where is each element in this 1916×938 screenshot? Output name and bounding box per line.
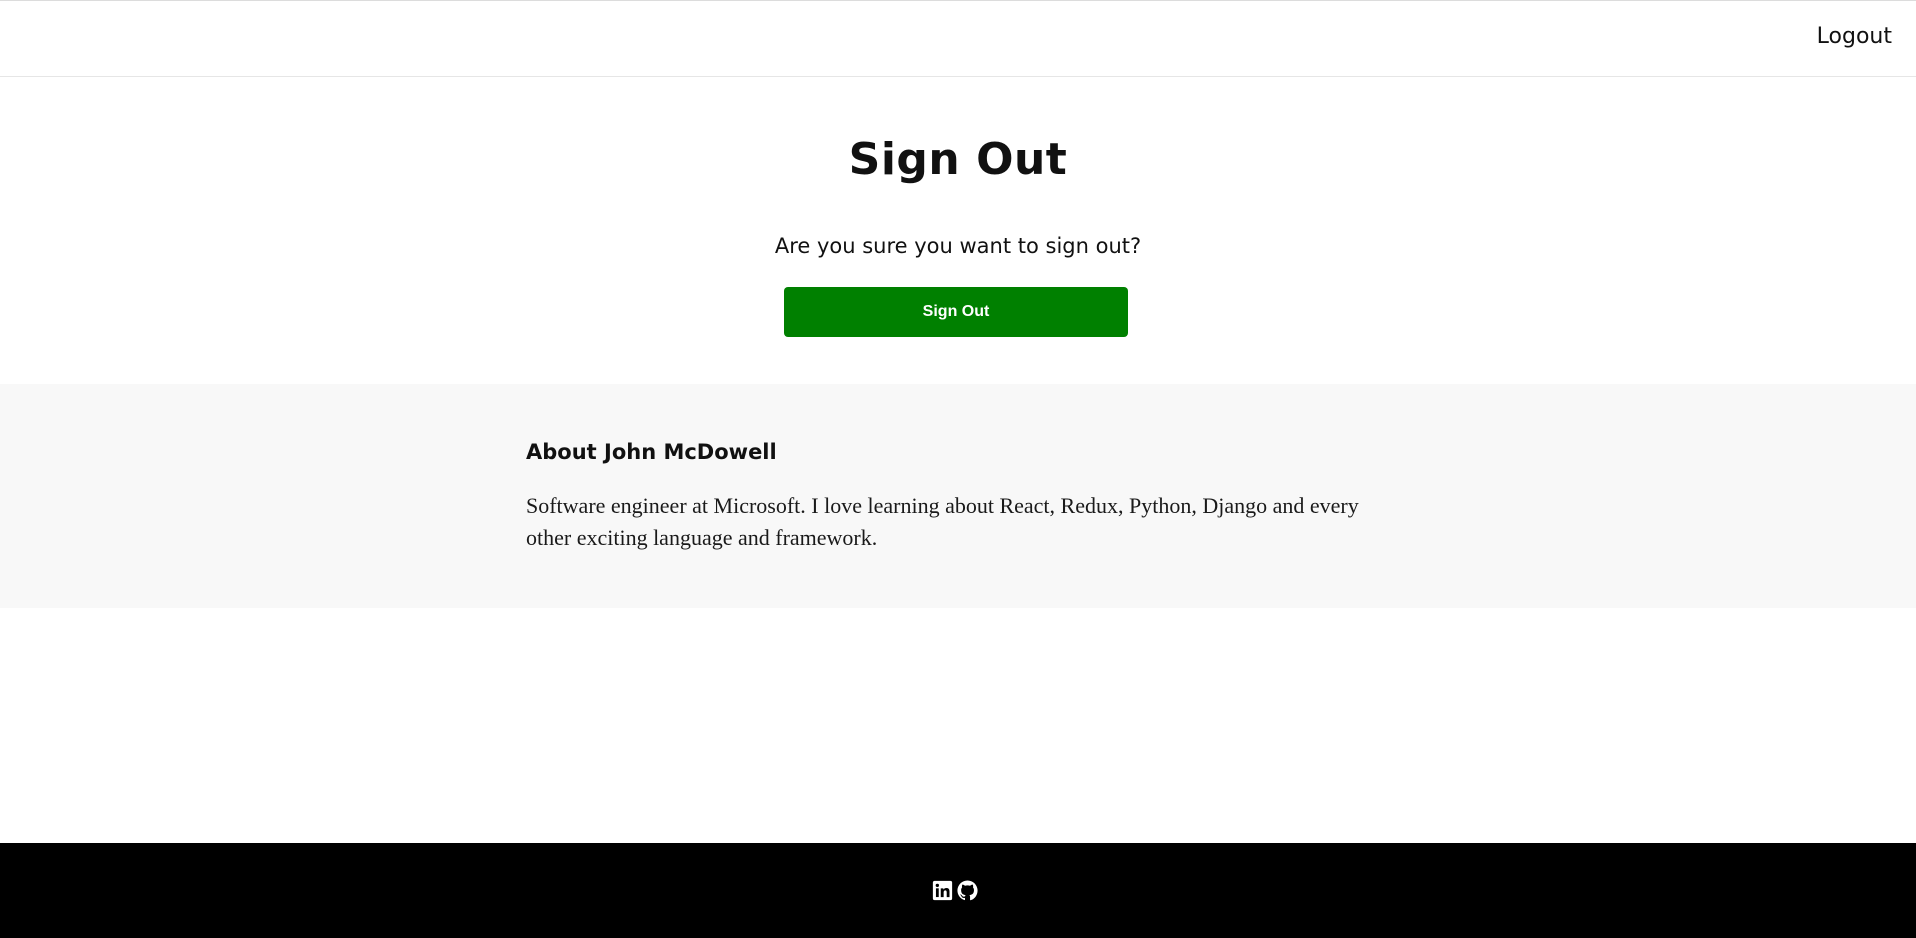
about-description: Software engineer at Microsoft. I love l… xyxy=(526,493,1359,550)
about-section: About John McDowell Software engineer at… xyxy=(0,384,1916,608)
signout-section: Sign Out Are you sure you want to sign o… xyxy=(0,77,1916,384)
signout-confirmation-text: Are you sure you want to sign out? xyxy=(774,234,1142,258)
top-navbar: Logout xyxy=(0,0,1916,77)
github-icon[interactable] xyxy=(957,880,978,901)
footer xyxy=(0,843,1916,938)
sign-out-button[interactable]: Sign Out xyxy=(784,287,1128,337)
page-title: Sign Out xyxy=(848,134,1068,185)
logout-link[interactable]: Logout xyxy=(1817,23,1892,51)
social-links xyxy=(932,880,978,901)
about-heading: About John McDowell xyxy=(526,440,777,464)
linkedin-icon[interactable] xyxy=(932,880,953,901)
